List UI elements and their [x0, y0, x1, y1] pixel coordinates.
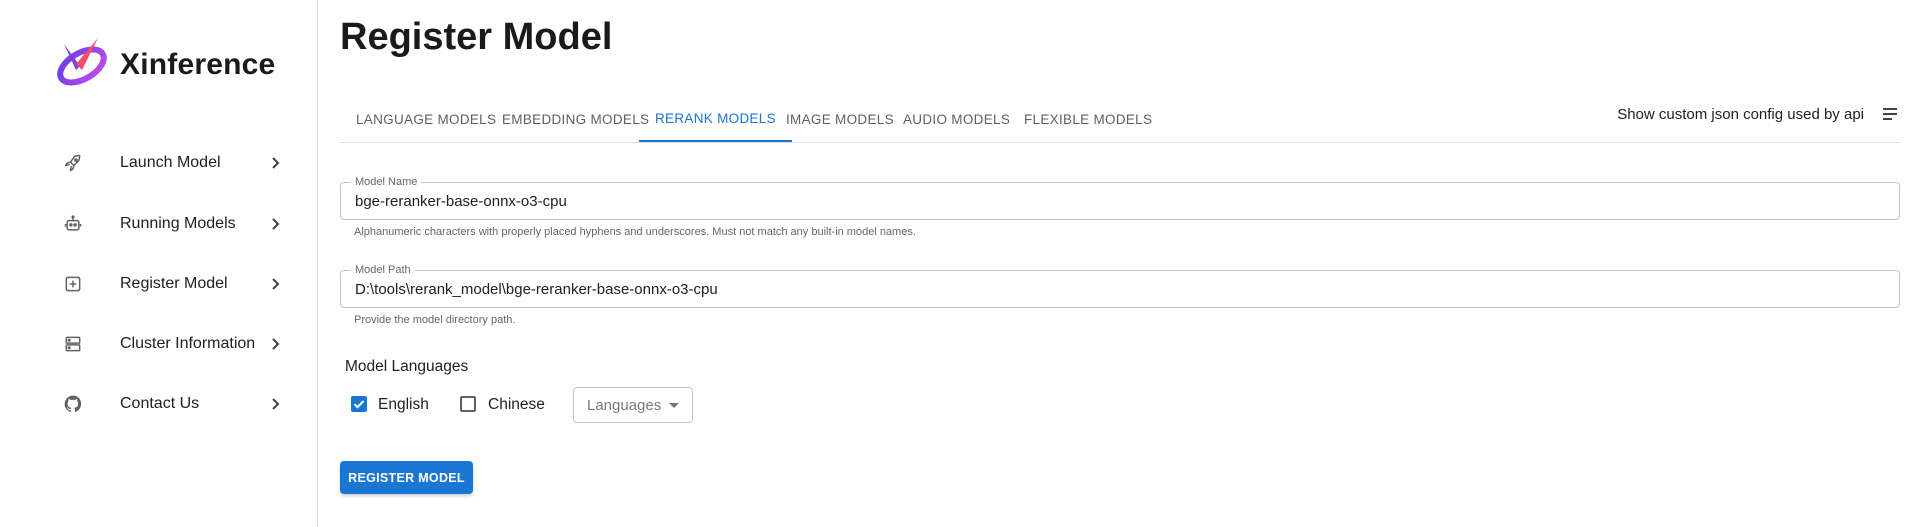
sidebar: Xinference Launch Model Running Models R…: [0, 0, 318, 527]
chevron-right-icon: [272, 338, 280, 350]
model-path-label: Model Path: [351, 263, 415, 277]
sidebar-item-label: Cluster Information: [120, 335, 256, 352]
model-path-value: D:\tools\rerank_model\bge-reranker-base-…: [355, 281, 718, 298]
chevron-right-icon: [272, 278, 280, 290]
model-name-field[interactable]: Model Name bge-reranker-base-onnx-o3-cpu: [340, 175, 1900, 220]
chinese-label: Chinese: [488, 396, 545, 413]
model-path-field[interactable]: Model Path D:\tools\rerank_model\bge-rer…: [340, 263, 1900, 308]
server-icon: [62, 333, 84, 355]
json-config-label: Show custom json config used by api: [1617, 105, 1864, 123]
brand[interactable]: Xinference: [54, 36, 275, 93]
page-title: Register Model: [340, 16, 613, 58]
tab-audio-models[interactable]: AUDIO MODELS: [887, 96, 1026, 142]
robot-icon: [62, 213, 84, 235]
chevron-right-icon: [272, 157, 280, 169]
english-label: English: [378, 396, 429, 413]
brand-name: Xinference: [120, 47, 276, 81]
languages-select-placeholder: Languages: [587, 397, 662, 414]
model-path-helper: Provide the model directory path.: [354, 314, 516, 326]
sidebar-item-cluster-information[interactable]: Cluster Information: [0, 316, 318, 372]
model-name-helper: Alphanumeric characters with properly pl…: [354, 226, 916, 238]
xinference-logo-icon: [54, 36, 110, 93]
json-config-toggle[interactable]: Show custom json config used by api: [1617, 104, 1900, 124]
english-checkbox[interactable]: [351, 396, 367, 412]
sidebar-item-label: Register Model: [120, 275, 228, 292]
sidebar-item-label: Contact Us: [120, 395, 200, 412]
tab-rerank-models[interactable]: RERANK MODELS: [639, 96, 792, 142]
rocket-icon: [62, 152, 84, 174]
menu-icon[interactable]: [1880, 104, 1900, 124]
sidebar-item-running-models[interactable]: Running Models: [0, 196, 318, 252]
check-icon: [353, 400, 365, 409]
github-icon: [62, 393, 84, 415]
caret-down-icon: [669, 403, 679, 408]
sidebar-item-contact-us[interactable]: Contact Us: [0, 376, 318, 432]
sidebar-item-label: Running Models: [120, 215, 236, 232]
add-box-icon: [62, 273, 84, 295]
model-name-label: Model Name: [351, 175, 422, 189]
sidebar-item-register-model[interactable]: Register Model: [0, 256, 318, 312]
chevron-right-icon: [272, 218, 280, 230]
chevron-right-icon: [272, 398, 280, 410]
sidebar-item-label: Launch Model: [120, 154, 221, 171]
tab-flexible-models[interactable]: FLEXIBLE MODELS: [1008, 96, 1168, 142]
languages-select[interactable]: Languages: [573, 387, 693, 423]
register-model-button[interactable]: REGISTER MODEL: [340, 461, 473, 494]
model-languages-label: Model Languages: [345, 358, 469, 375]
sidebar-item-launch-model[interactable]: Launch Model: [0, 135, 318, 191]
chinese-checkbox[interactable]: [460, 396, 476, 412]
model-name-value: bge-reranker-base-onnx-o3-cpu: [355, 193, 567, 210]
